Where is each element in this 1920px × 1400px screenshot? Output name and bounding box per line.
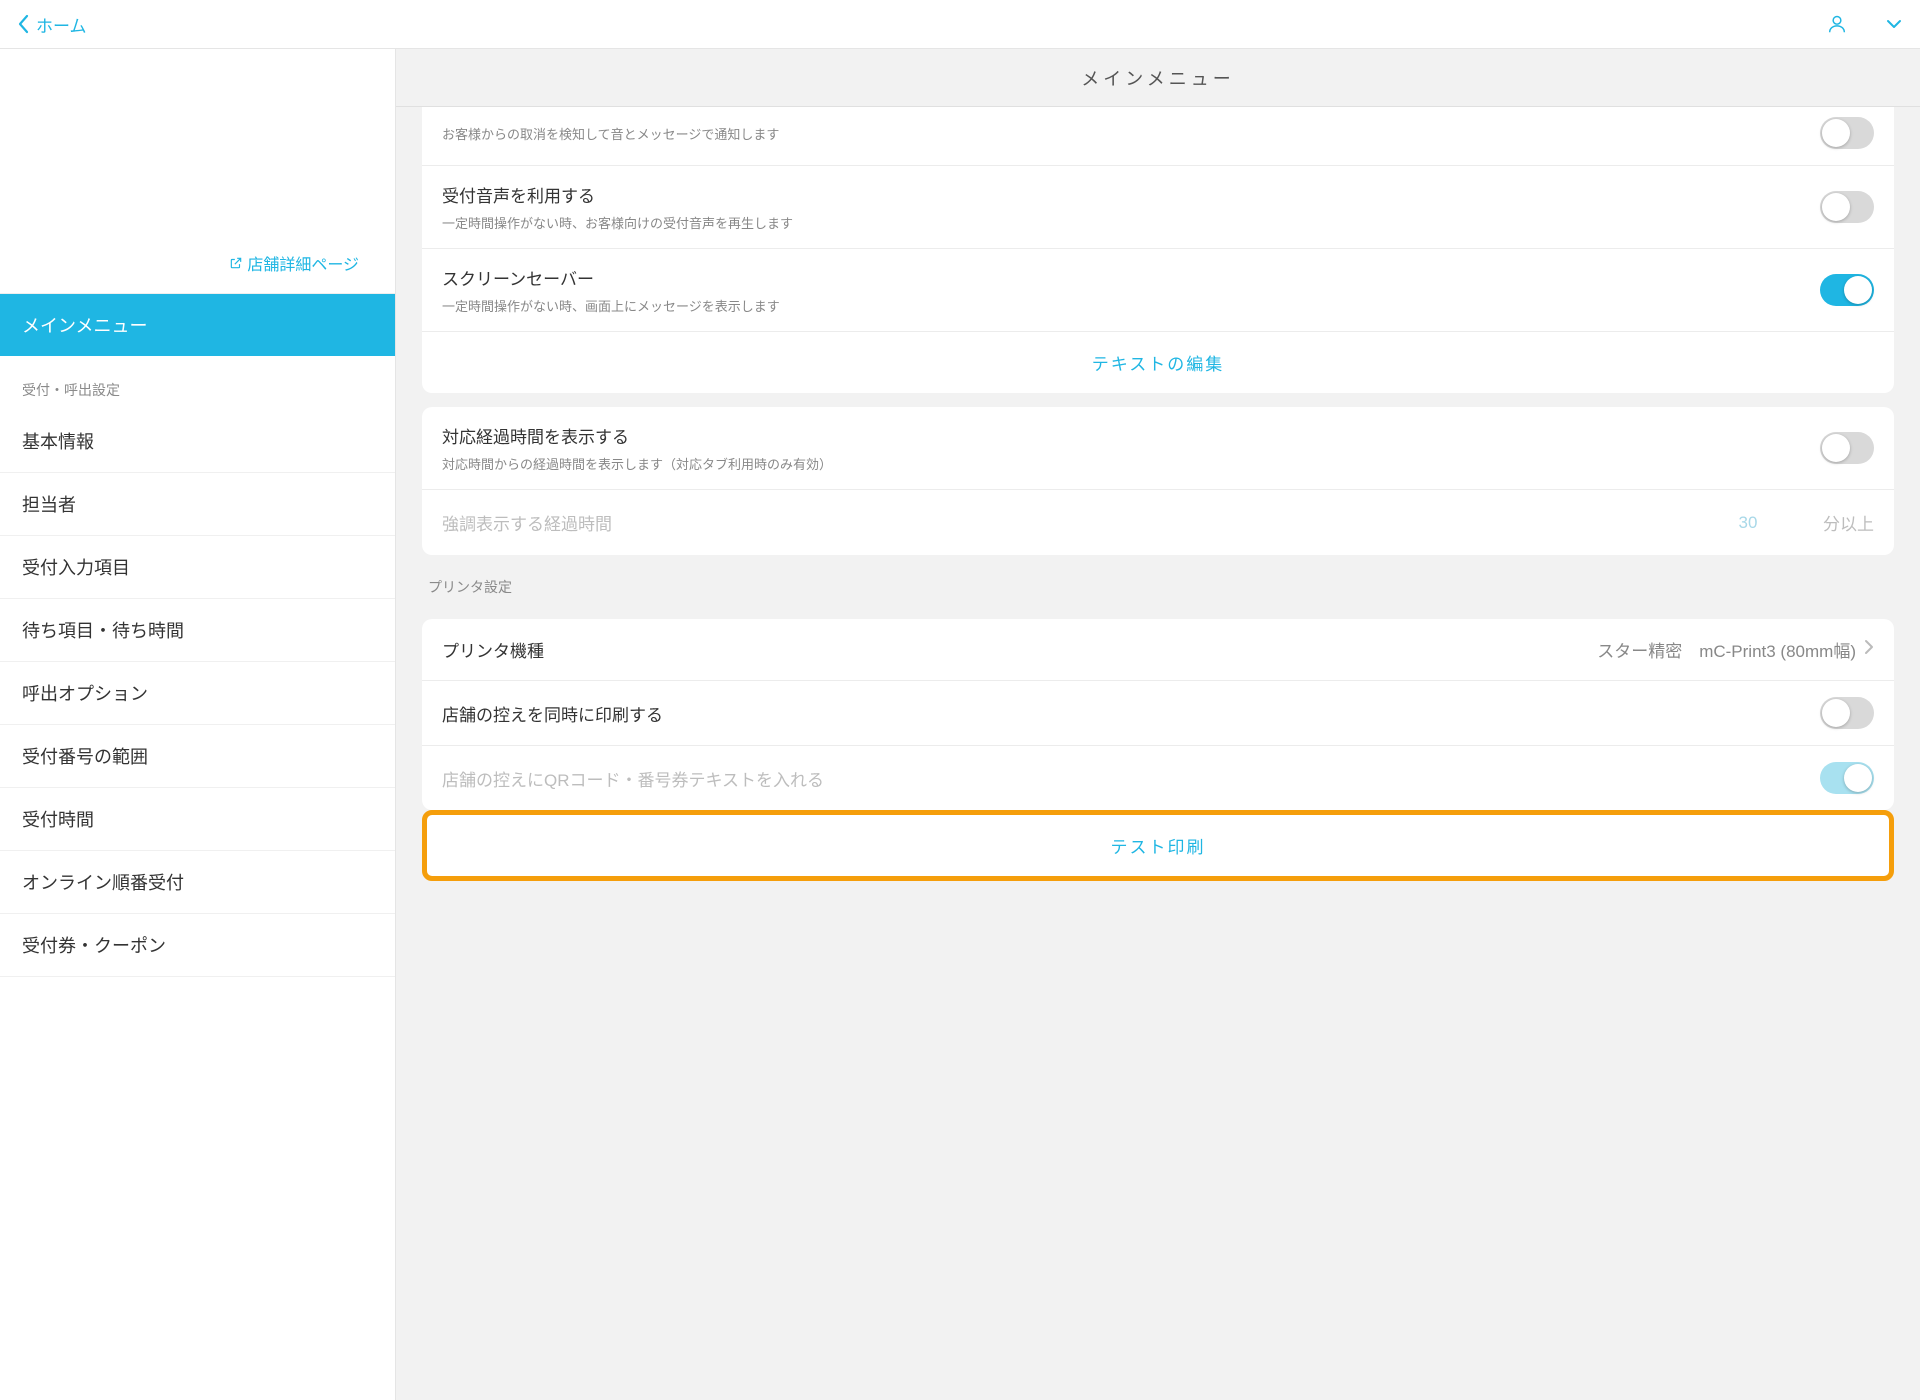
setting-desc: 一定時間操作がない時、画面上にメッセージを表示します <box>442 296 1820 315</box>
printer-qr-row: 店舗の控えにQRコード・番号券テキストを入れる <box>422 746 1894 810</box>
elapsed-card: 対応経過時間を表示する 対応時間からの経過時間を表示します（対応タブ利用時のみ有… <box>422 407 1894 555</box>
setting-title: 店舗の控えにQRコード・番号券テキストを入れる <box>442 766 1820 791</box>
chevron-left-icon <box>18 14 30 34</box>
printer-copy-row: 店舗の控えを同時に印刷する <box>422 681 1894 746</box>
toggle-screensaver[interactable] <box>1820 274 1874 306</box>
setting-desc: 対応時間からの経過時間を表示します（対応タブ利用時のみ有効） <box>442 454 1820 473</box>
chevron-right-icon <box>1864 639 1874 660</box>
sidebar-item-call-options[interactable]: 呼出オプション <box>0 662 395 725</box>
setting-title: スクリーンセーバー <box>442 265 1820 290</box>
sidebar-section-title: 受付・呼出設定 <box>0 356 395 410</box>
printer-model-label: プリンタ機種 <box>442 637 1597 662</box>
user-icon[interactable] <box>1826 13 1848 35</box>
setting-row-screensaver: スクリーンセーバー 一定時間操作がない時、画面上にメッセージを表示します <box>422 249 1894 332</box>
sidebar: 店舗詳細ページ メインメニュー 受付・呼出設定 基本情報 担当者 受付入力項目 … <box>0 49 396 1400</box>
elapsed-threshold-row: 強調表示する経過時間 30 分以上 <box>422 490 1894 555</box>
printer-card: プリンタ機種 スター精密 mC-Print3 (80mm幅) 店舗の控えを同時に… <box>422 619 1894 810</box>
toggle-printer-qr[interactable] <box>1820 762 1874 794</box>
sidebar-item-online-queue[interactable]: オンライン順番受付 <box>0 851 395 914</box>
external-link-icon <box>229 257 247 274</box>
test-print-button[interactable]: テスト印刷 <box>427 815 1889 876</box>
toggle-voice[interactable] <box>1820 191 1874 223</box>
toggle-printer-copy[interactable] <box>1820 697 1874 729</box>
sidebar-item-reception-hours[interactable]: 受付時間 <box>0 788 395 851</box>
setting-title: 店舗の控えを同時に印刷する <box>442 701 1820 726</box>
sidebar-item-number-range[interactable]: 受付番号の範囲 <box>0 725 395 788</box>
settings-card-1: お客様からの取消を検知して音とメッセージで通知します 受付音声を利用する 一定時… <box>422 107 1894 393</box>
store-detail-label: 店舗詳細ページ <box>247 257 359 274</box>
sidebar-active-item[interactable]: メインメニュー <box>0 294 395 356</box>
back-label: ホーム <box>36 12 87 37</box>
main-panel: メインメニュー お客様からの取消を検知して音とメッセージで通知します 受付音声を… <box>396 49 1920 1400</box>
setting-title: 対応経過時間を表示する <box>442 423 1820 448</box>
elapsed-input-label: 強調表示する経過時間 <box>442 510 1683 535</box>
sidebar-list: 基本情報 担当者 受付入力項目 待ち項目・待ち時間 呼出オプション 受付番号の範… <box>0 410 395 1400</box>
toggle-elapsed[interactable] <box>1820 432 1874 464</box>
setting-row-voice: 受付音声を利用する 一定時間操作がない時、お客様向けの受付音声を再生します <box>422 166 1894 249</box>
printer-model-row[interactable]: プリンタ機種 スター精密 mC-Print3 (80mm幅) <box>422 619 1894 681</box>
printer-section-label: プリンタ設定 <box>422 555 1894 605</box>
toggle-cancel-notify[interactable] <box>1820 117 1874 149</box>
edit-text-link[interactable]: テキストの編集 <box>422 332 1894 393</box>
elapsed-input-value[interactable]: 30 <box>1683 513 1813 533</box>
setting-title: 受付音声を利用する <box>442 182 1820 207</box>
topbar: ホーム <box>0 0 1920 49</box>
sidebar-item-wait-settings[interactable]: 待ち項目・待ち時間 <box>0 599 395 662</box>
setting-desc: 一定時間操作がない時、お客様向けの受付音声を再生します <box>442 213 1820 232</box>
test-print-card: テスト印刷 <box>422 810 1894 881</box>
setting-row-elapsed: 対応経過時間を表示する 対応時間からの経過時間を表示します（対応タブ利用時のみ有… <box>422 407 1894 490</box>
chevron-down-icon[interactable] <box>1886 19 1902 29</box>
sidebar-item-basic-info[interactable]: 基本情報 <box>0 410 395 473</box>
setting-desc: お客様からの取消を検知して音とメッセージで通知します <box>442 124 1820 143</box>
elapsed-input-suffix: 分以上 <box>1823 510 1874 535</box>
sidebar-item-staff[interactable]: 担当者 <box>0 473 395 536</box>
setting-row-cancel-notify: お客様からの取消を検知して音とメッセージで通知します <box>422 107 1894 166</box>
printer-model-value: スター精密 mC-Print3 (80mm幅) <box>1597 637 1856 662</box>
sidebar-item-ticket-coupon[interactable]: 受付券・クーポン <box>0 914 395 977</box>
sidebar-item-input-fields[interactable]: 受付入力項目 <box>0 536 395 599</box>
back-home-button[interactable]: ホーム <box>18 12 87 37</box>
store-detail-link[interactable]: 店舗詳細ページ <box>0 233 395 294</box>
main-header-title: メインメニュー <box>396 49 1920 107</box>
